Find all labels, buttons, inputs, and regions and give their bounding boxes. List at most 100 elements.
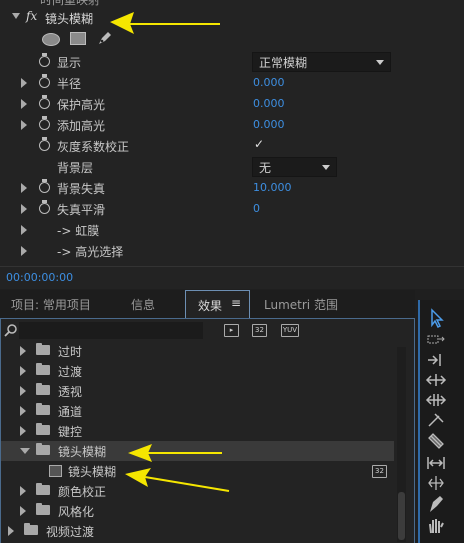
expand-triangle-icon[interactable] [21,225,27,235]
effect-folder-row[interactable]: 过渡 [1,361,394,381]
rectangle-mask-icon[interactable] [70,32,86,45]
property-row[interactable]: -> 高光选择 [0,241,410,261]
accelerated-effects-icon[interactable]: ▸ [224,324,239,337]
chevron-right-icon[interactable] [20,366,26,376]
scrollbar-track[interactable] [397,347,406,542]
tree-label: 键控 [58,425,83,439]
expand-triangle-icon[interactable] [21,120,27,130]
property-value[interactable]: 0 [253,202,260,215]
tab-lumetri[interactable]: Lumetri 范围 [264,296,338,313]
panel-menu-icon[interactable]: ≡ [231,296,241,310]
property-row[interactable]: 添加高光 0.000 [0,115,410,135]
chevron-right-icon[interactable] [20,426,26,436]
effect-folder-row[interactable]: 风格化 [1,501,394,521]
expand-triangle-icon[interactable] [21,99,27,109]
property-dropdown[interactable]: 无 [252,157,337,177]
chevron-right-icon[interactable] [20,406,26,416]
yuv-icon[interactable]: YUV [281,324,299,337]
type-tool-icon[interactable] [425,515,447,535]
razor-icon[interactable] [425,410,447,430]
slide-icon[interactable] [425,453,447,473]
expand-triangle-icon[interactable] [21,204,27,214]
folder-icon [36,423,50,435]
scrollbar-thumb[interactable] [398,492,405,540]
stopwatch-icon[interactable] [39,137,50,151]
hand-tool-icon[interactable] [425,494,447,514]
chevron-right-icon[interactable] [20,386,26,396]
tree-label: 视频过渡 [46,525,95,539]
rate-stretch-icon[interactable] [425,390,447,410]
collapse-triangle-icon[interactable] [12,13,20,19]
tree-label: 镜头模糊 [68,465,117,479]
property-label: -> 高光选择 [57,245,124,259]
chevron-right-icon[interactable] [20,506,26,516]
stopwatch-icon[interactable] [39,200,50,214]
search-input[interactable] [19,322,203,339]
stopwatch-icon[interactable] [39,116,50,130]
rolling-edit-icon[interactable] [425,370,447,390]
ripple-edit-icon[interactable] [425,350,447,370]
timecode[interactable]: 00:00:00:00 [6,271,73,284]
annotation-arrow-icon [110,12,220,34]
property-row[interactable]: 半径 0.000 [0,73,410,93]
effect-preset-icon [49,465,62,477]
effect-folder-row[interactable]: 视频过渡 [1,521,394,541]
expand-triangle-icon[interactable] [21,246,27,256]
effects-panel: ▸ 32 YUV 过时 过渡 透视 通道 键控 镜头模糊 镜头模糊 32 颜色校正 风格化 视频过渡 [0,318,415,543]
chevron-right-icon[interactable] [20,486,26,496]
selection-tool-icon[interactable] [425,308,447,328]
checkbox[interactable]: ✓ [254,137,264,151]
property-dropdown[interactable]: 正常模糊 [252,52,391,72]
tree-label: 过渡 [58,365,83,379]
track-select-forward-icon[interactable] [425,330,447,350]
stopwatch-icon[interactable] [39,179,50,193]
property-value[interactable]: 10.000 [253,181,292,194]
property-row[interactable]: 背景层 无 [0,157,410,177]
folder-icon [36,343,50,355]
property-value[interactable]: 0.000 [253,118,285,131]
stopwatch-icon[interactable] [39,95,50,109]
tab-project[interactable]: 项目: 常用项目 [11,296,91,313]
property-row[interactable]: 失真平滑 0 [0,199,410,219]
folder-icon [36,363,50,375]
expand-triangle-icon[interactable] [21,183,27,193]
property-row[interactable]: 背景失真 10.000 [0,178,410,198]
folder-icon [36,443,50,455]
effect-controls-panel: 时间重映射 fx 镜头模糊 显示 正常模糊 半径 0.000 保护高光 0.000 添加高光… [0,0,464,288]
chevron-right-icon[interactable] [20,346,26,356]
stopwatch-icon[interactable] [39,53,50,67]
ellipse-mask-icon[interactable] [42,33,60,46]
effect-folder-row[interactable]: 透视 [1,381,394,401]
property-row[interactable]: 保护高光 0.000 [0,94,410,114]
effect-folder-row[interactable]: 过时 [1,341,394,361]
chevron-right-icon[interactable] [8,526,14,536]
property-label: 灰度系数校正 [57,140,130,154]
timecode-bar: 00:00:00:00 [0,266,464,289]
folder-icon [36,403,50,415]
property-label: 显示 [57,56,82,70]
chevron-down-icon [376,60,384,65]
chevron-down-icon[interactable] [20,448,30,454]
stopwatch-icon[interactable] [39,74,50,88]
effect-name: 镜头模糊 [45,12,94,26]
folder-icon [36,483,50,495]
slip-icon[interactable] [425,432,447,452]
effect-folder-row[interactable]: 通道 [1,401,394,421]
tree-label: 风格化 [58,505,95,519]
tab-effects-label: 效果 [198,299,223,313]
32-bit-icon[interactable]: 32 [252,324,267,337]
tree-label: 镜头模糊 [58,445,107,459]
property-value[interactable]: 0.000 [253,76,285,89]
property-label: 背景失真 [57,182,106,196]
effect-folder-row[interactable]: 键控 [1,421,394,441]
property-label: 半径 [57,77,82,91]
tab-info[interactable]: 信息 [131,296,155,313]
property-row[interactable]: 显示 正常模糊 [0,52,410,72]
tab-effects[interactable]: 效果 ≡ [185,290,250,318]
property-value[interactable]: 0.000 [253,97,285,110]
property-row[interactable]: 灰度系数校正 ✓ [0,136,410,156]
fx-badge[interactable]: fx [26,9,37,23]
expand-triangle-icon[interactable] [21,78,27,88]
property-row[interactable]: -> 虹膜 [0,220,410,240]
pen-tool-icon[interactable] [425,473,447,493]
